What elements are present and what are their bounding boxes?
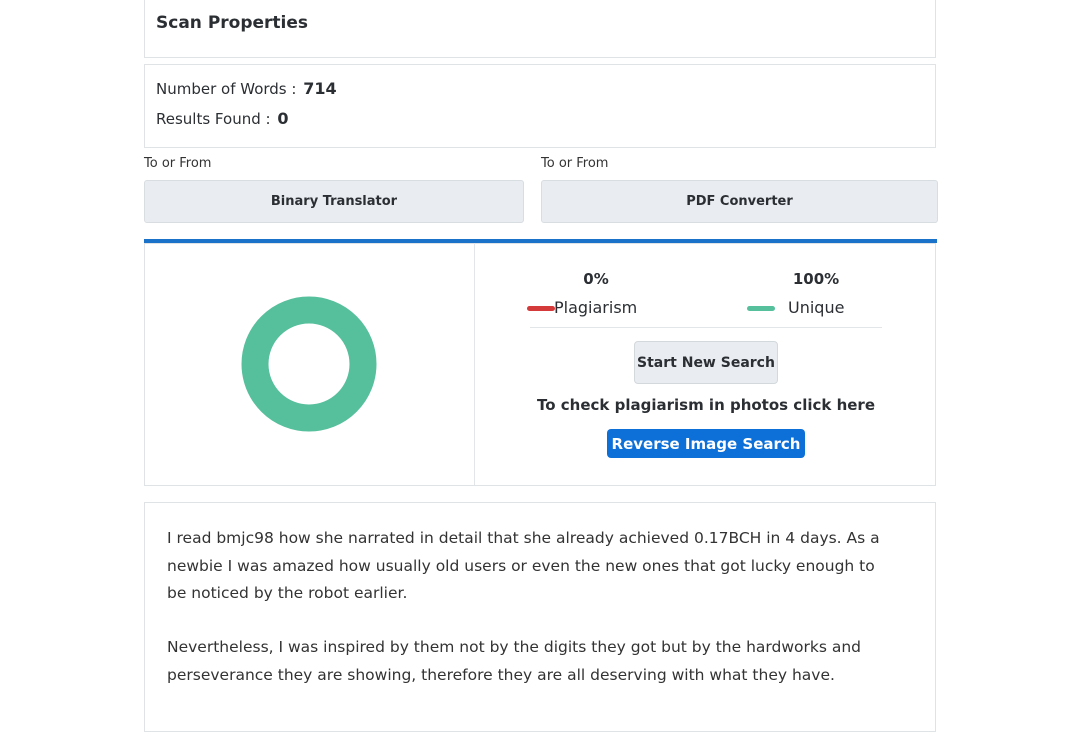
plagiarism-percent: 0% <box>583 270 609 288</box>
tool-label-pdf: To or From <box>541 156 609 171</box>
unique-legend-label: Unique <box>788 298 845 317</box>
reverse-image-search-button[interactable]: Reverse Image Search <box>607 429 805 458</box>
start-new-search-button[interactable]: Start New Search <box>634 341 778 384</box>
plagiarism-donut-chart <box>241 296 377 432</box>
photo-plagiarism-note: To check plagiarism in photos click here <box>537 396 875 414</box>
scan-stats-panel: Number of Words : 714 Results Found : 0 <box>144 64 936 148</box>
word-count-row: Number of Words : 714 <box>156 79 337 98</box>
results-found-value: 0 <box>277 109 289 128</box>
tool-label-binary: To or From <box>144 156 212 171</box>
donut-unique-segment <box>241 296 377 432</box>
text-paragraph: Nevertheless, I was inspired by them not… <box>167 638 862 684</box>
result-divider <box>474 243 475 485</box>
plagiarism-legend-swatch <box>527 306 555 311</box>
unique-legend-swatch <box>747 306 775 311</box>
plagiarism-legend-label: Plagiarism <box>554 298 638 317</box>
results-found-row: Results Found : 0 <box>156 109 288 128</box>
legend-divider <box>530 327 882 328</box>
text-paragraph: I read bmjc98 how she narrated in detail… <box>167 529 880 602</box>
word-count-label: Number of Words : <box>156 80 297 98</box>
binary-translator-button[interactable]: Binary Translator <box>144 180 524 223</box>
unique-percent: 100% <box>792 270 840 288</box>
results-found-label: Results Found : <box>156 110 271 128</box>
scan-properties-title: Scan Properties <box>156 13 309 33</box>
word-count-value: 714 <box>303 79 337 98</box>
scan-properties-panel: Scan Properties <box>144 0 936 58</box>
pdf-converter-button[interactable]: PDF Converter <box>541 180 938 223</box>
scanned-text-panel: I read bmjc98 how she narrated in detail… <box>144 502 936 732</box>
